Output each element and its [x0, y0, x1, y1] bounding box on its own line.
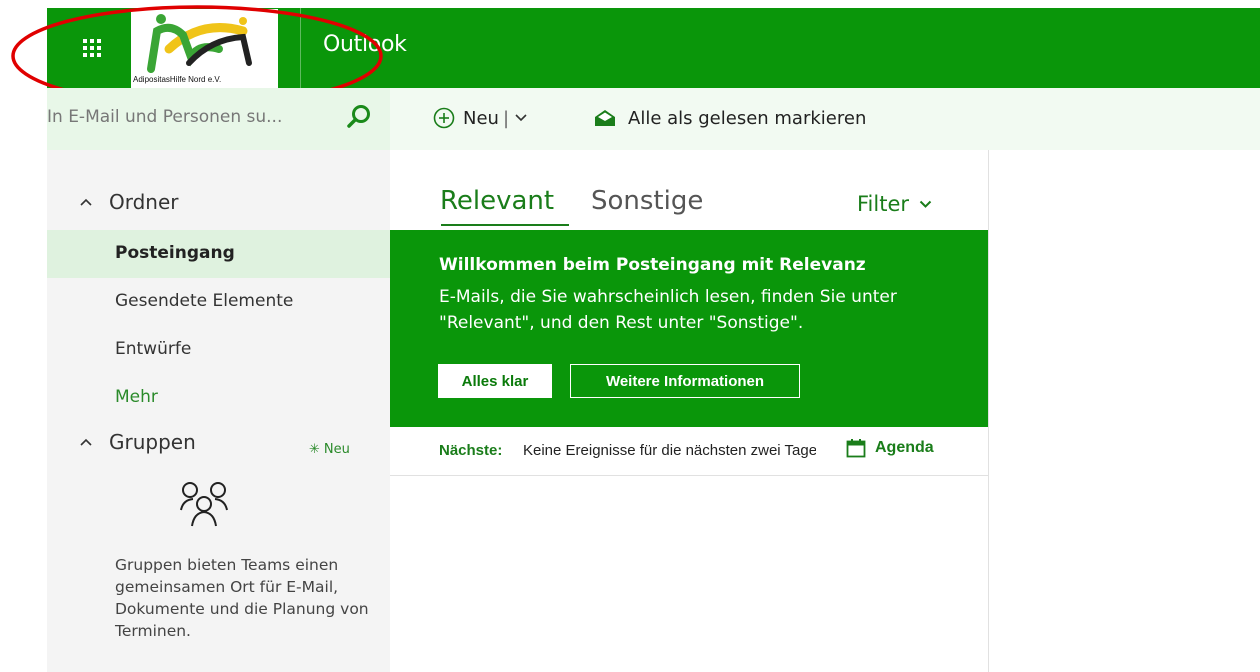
chevron-up-icon — [80, 198, 92, 206]
filter-dropdown[interactable]: Filter — [857, 192, 932, 216]
sidebar-item-sent[interactable]: Gesendete Elemente — [47, 278, 390, 326]
app-title[interactable]: Outlook — [323, 32, 407, 57]
command-bar: Neu | Alle als gelesen markieren — [390, 88, 1260, 150]
logo-text: AdipositasHilfe Nord e.V. — [133, 75, 222, 84]
groups-section-toggle[interactable]: Gruppen — [79, 430, 196, 454]
tab-focused[interactable]: Relevant — [440, 186, 554, 216]
chevron-down-icon[interactable] — [515, 114, 527, 122]
sidebar-item-label: Entwürfe — [115, 339, 192, 359]
sidebar-item-label: Gesendete Elemente — [115, 291, 294, 311]
agenda-link[interactable]: Agenda — [846, 438, 934, 458]
agenda-label: Agenda — [875, 439, 934, 456]
open-envelope-icon — [595, 110, 615, 126]
focused-inbox-banner: Willkommen beim Posteingang mit Relevanz… — [390, 230, 988, 427]
search-input[interactable]: In E-Mail und Personen su... — [47, 107, 282, 127]
mark-all-read-label: Alle als gelesen markieren — [628, 107, 867, 129]
search-box[interactable]: In E-Mail und Personen su... — [47, 88, 390, 150]
more-link: Mehr — [115, 387, 158, 407]
logo-graphic — [147, 14, 252, 73]
groups-description: Gruppen bieten Teams einen gemeinsamen O… — [115, 556, 369, 640]
active-tab-underline — [441, 224, 569, 226]
message-list: Relevant Sonstige Filter Willkommen beim… — [390, 150, 989, 672]
chevron-up-icon — [80, 438, 92, 446]
asterisk-icon: ✳ — [309, 442, 320, 457]
upcoming-events-row: Nächste: Keine Ereignisse für die nächst… — [390, 427, 988, 476]
plus-circle-icon — [433, 107, 455, 129]
sidebar-item-label: Posteingang — [115, 243, 235, 263]
separator: | — [502, 107, 510, 129]
chevron-down-icon — [919, 200, 932, 208]
people-group-icon — [180, 482, 228, 527]
new-group-button[interactable]: ✳ Neu — [309, 442, 350, 457]
header-divider — [300, 8, 301, 88]
got-it-button[interactable]: Alles klar — [438, 364, 552, 398]
next-events-text: Keine Ereignisse für die nächsten zwei T… — [523, 442, 816, 459]
folder-pane: Ordner Posteingang Gesendete Elemente En… — [47, 150, 390, 672]
more-info-button[interactable]: Weitere Informationen — [570, 364, 800, 398]
app-launcher-icon[interactable] — [83, 39, 101, 57]
sidebar-item-inbox[interactable]: Posteingang — [47, 230, 390, 278]
organization-logo[interactable]: AdipositasHilfe Nord e.V. — [131, 9, 278, 88]
new-group-label: Neu — [323, 442, 350, 457]
calendar-icon — [846, 439, 866, 458]
banner-body: E-Mails, die Sie wahrscheinlich lesen, f… — [439, 287, 897, 333]
sidebar-item-more[interactable]: Mehr — [47, 374, 390, 422]
next-label: Nächste: — [439, 442, 503, 459]
search-icon[interactable] — [346, 104, 372, 130]
mark-all-read-button[interactable]: Alle als gelesen markieren — [594, 104, 866, 132]
folders-heading: Ordner — [109, 190, 179, 214]
top-bar: AdipositasHilfe Nord e.V. Outlook — [47, 8, 1260, 88]
banner-title: Willkommen beim Posteingang mit Relevanz — [439, 255, 866, 275]
folders-section-toggle[interactable]: Ordner — [79, 190, 179, 214]
new-button-label: Neu — [463, 107, 499, 129]
new-button[interactable]: Neu | — [433, 104, 527, 132]
tab-other[interactable]: Sonstige — [591, 186, 703, 216]
sidebar-item-drafts[interactable]: Entwürfe — [47, 326, 390, 374]
filter-label: Filter — [857, 192, 910, 216]
groups-heading: Gruppen — [109, 430, 196, 454]
